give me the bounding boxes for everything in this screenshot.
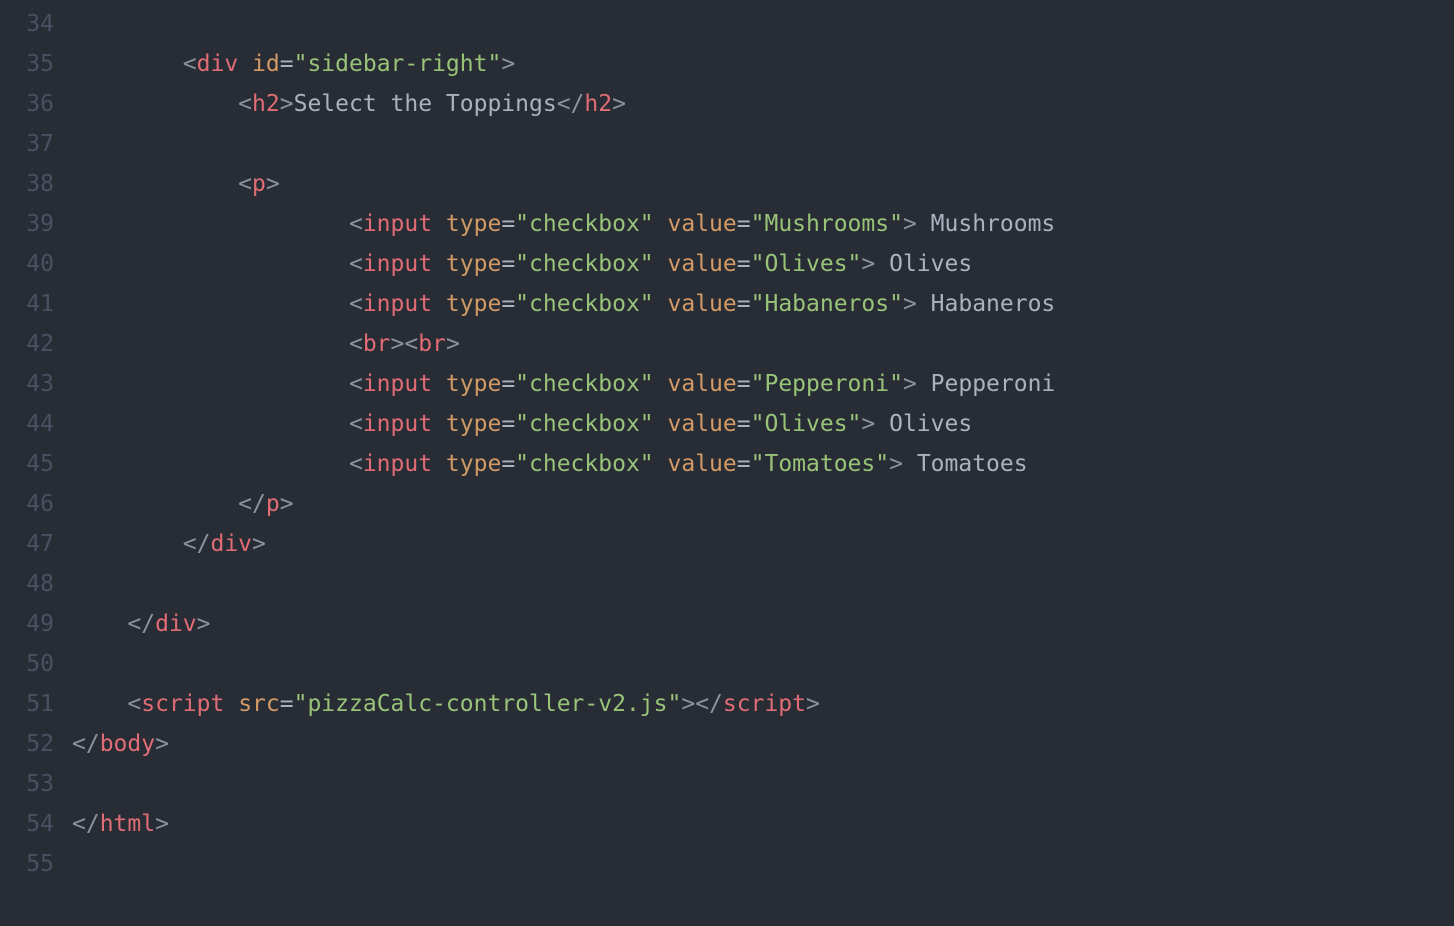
line-number: 44 <box>0 404 72 444</box>
line-number: 36 <box>0 84 72 124</box>
line-number: 42 <box>0 324 72 364</box>
code-line[interactable]: <input type="checkbox" value="Mushrooms"… <box>72 204 1454 244</box>
line-number: 51 <box>0 684 72 724</box>
code-line[interactable]: </div> <box>72 604 1454 644</box>
code-area[interactable]: <div id="sidebar-right"> <h2>Select the … <box>72 0 1454 926</box>
code-line[interactable]: </html> <box>72 804 1454 844</box>
code-line[interactable] <box>72 124 1454 164</box>
line-number: 47 <box>0 524 72 564</box>
line-number: 34 <box>0 4 72 44</box>
line-number: 55 <box>0 844 72 884</box>
code-line[interactable]: <input type="checkbox" value="Habaneros"… <box>72 284 1454 324</box>
code-line[interactable]: <input type="checkbox" value="Pepperoni"… <box>72 364 1454 404</box>
code-line[interactable]: <input type="checkbox" value="Olives"> O… <box>72 244 1454 284</box>
code-line[interactable] <box>72 564 1454 604</box>
code-line[interactable] <box>72 844 1454 884</box>
code-line[interactable]: </body> <box>72 724 1454 764</box>
code-line[interactable] <box>72 764 1454 804</box>
line-number: 54 <box>0 804 72 844</box>
line-number-gutter: 3435363738394041424344454647484950515253… <box>0 0 72 926</box>
line-number: 45 <box>0 444 72 484</box>
code-line[interactable]: <input type="checkbox" value="Olives"> O… <box>72 404 1454 444</box>
code-editor[interactable]: 3435363738394041424344454647484950515253… <box>0 0 1454 926</box>
code-line[interactable]: <script src="pizzaCalc-controller-v2.js"… <box>72 684 1454 724</box>
code-line[interactable]: <h2>Select the Toppings</h2> <box>72 84 1454 124</box>
line-number: 50 <box>0 644 72 684</box>
line-number: 48 <box>0 564 72 604</box>
line-number: 46 <box>0 484 72 524</box>
line-number: 43 <box>0 364 72 404</box>
line-number: 37 <box>0 124 72 164</box>
code-line[interactable] <box>72 644 1454 684</box>
code-line[interactable]: <br><br> <box>72 324 1454 364</box>
line-number: 40 <box>0 244 72 284</box>
code-line[interactable]: <input type="checkbox" value="Tomatoes">… <box>72 444 1454 484</box>
line-number: 35 <box>0 44 72 84</box>
code-line[interactable]: </div> <box>72 524 1454 564</box>
code-line[interactable] <box>72 4 1454 44</box>
line-number: 53 <box>0 764 72 804</box>
line-number: 38 <box>0 164 72 204</box>
code-line[interactable]: </p> <box>72 484 1454 524</box>
line-number: 41 <box>0 284 72 324</box>
code-line[interactable]: <p> <box>72 164 1454 204</box>
line-number: 39 <box>0 204 72 244</box>
line-number: 49 <box>0 604 72 644</box>
code-line[interactable]: <div id="sidebar-right"> <box>72 44 1454 84</box>
line-number: 52 <box>0 724 72 764</box>
